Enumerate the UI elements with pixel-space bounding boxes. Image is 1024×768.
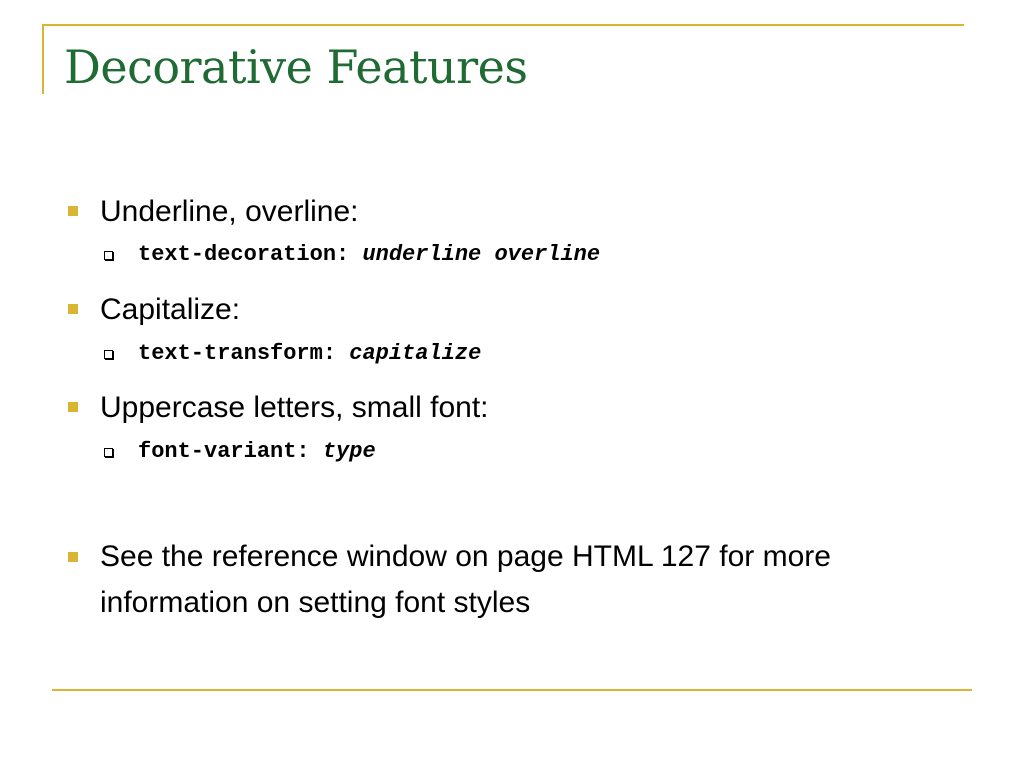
bullet-item: Underline, overline:: [68, 192, 358, 228]
bullet-text: Underline, overline:: [100, 195, 359, 228]
square-bullet-icon: [68, 402, 78, 412]
frame-left-rule: [42, 24, 44, 94]
hollow-square-bullet-icon: [104, 350, 113, 359]
slide: Decorative Features Underline, overline:…: [0, 0, 1024, 768]
bullet-text: Uppercase letters, small font:: [100, 391, 489, 424]
sub-bullet-text: text-transform: capitalize: [138, 341, 481, 367]
css-property: text-decoration:: [138, 242, 350, 267]
bullet-item: Uppercase letters, small font:: [68, 388, 489, 424]
sub-bullet-text: font-variant: type: [138, 439, 376, 465]
bullet-text: Capitalize:: [100, 293, 241, 326]
css-value: underline overline: [362, 242, 601, 267]
frame-top-rule: [42, 24, 964, 26]
css-value: type: [322, 439, 376, 464]
hollow-square-bullet-icon: [104, 448, 113, 457]
square-bullet-icon: [68, 206, 78, 216]
square-bullet-icon: [68, 304, 78, 314]
css-property: font-variant:: [138, 439, 310, 464]
css-value: capitalize: [349, 341, 482, 366]
bullet-item: Capitalize:: [68, 290, 240, 326]
footer-rule: [52, 689, 972, 691]
square-bullet-icon: [68, 552, 78, 562]
hollow-square-bullet-icon: [104, 251, 113, 260]
bullet-text: See the reference window on page HTML 12…: [100, 540, 831, 619]
slide-title: Decorative Features: [64, 40, 528, 94]
css-property: text-transform:: [138, 341, 337, 366]
bullet-item: See the reference window on page HTML 12…: [68, 534, 831, 619]
sub-bullet-text: text-decoration: underline overline: [138, 242, 600, 268]
